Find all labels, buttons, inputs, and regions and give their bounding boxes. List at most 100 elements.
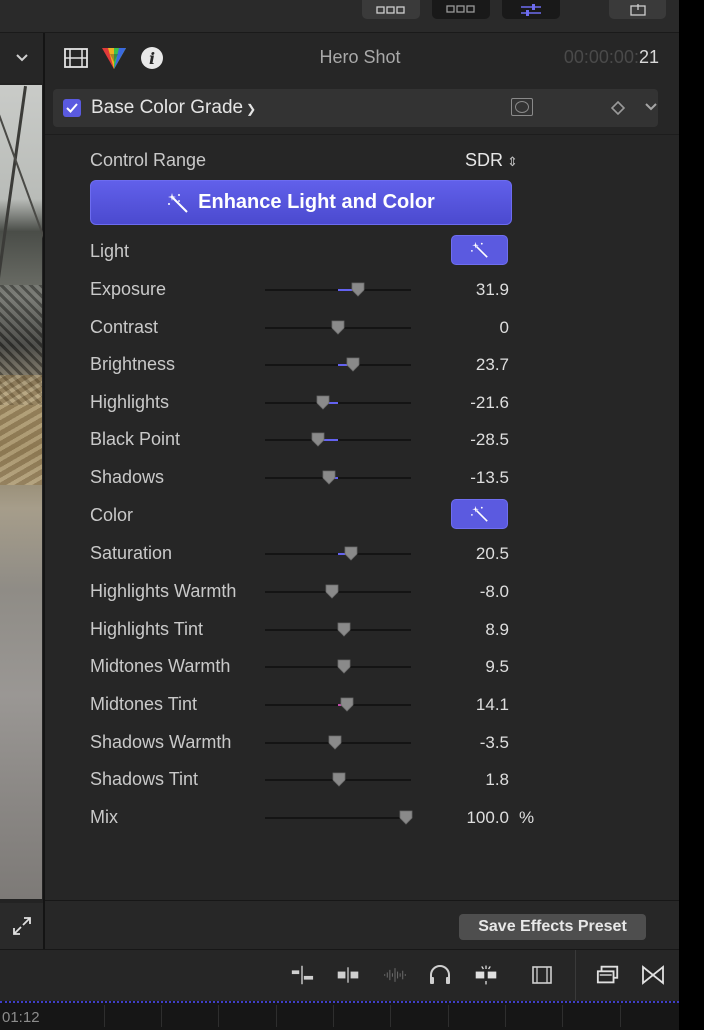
shadows-tint-label: Shadows Tint <box>90 769 199 789</box>
viewer-menu-button[interactable] <box>0 33 43 83</box>
solo-audio-button[interactable] <box>428 964 452 986</box>
contrast-slider-thumb[interactable] <box>331 320 345 335</box>
shadows-tint-value-field[interactable]: 1.8 <box>425 770 509 790</box>
mix-slider-thumb[interactable] <box>399 810 413 825</box>
highlights-tint-slider[interactable] <box>265 622 411 637</box>
brightness-slider-thumb[interactable] <box>346 357 360 372</box>
effect-header: Base Color Grade ❯ <box>53 89 658 127</box>
midtones-warmth-slider-thumb[interactable] <box>337 659 351 674</box>
share-button[interactable] <box>609 0 666 19</box>
midtones-tint-slider-thumb[interactable] <box>340 697 354 712</box>
magic-wand-icon <box>470 505 488 522</box>
chevron-down-icon: ❯ <box>246 102 257 116</box>
black-point-slider[interactable] <box>265 432 411 447</box>
exposure-slider[interactable] <box>265 282 411 297</box>
highlights-label: Highlights <box>90 392 170 412</box>
browser-view-button[interactable] <box>432 0 490 19</box>
shadows-slider-thumb[interactable] <box>322 470 336 485</box>
contrast-slider[interactable] <box>265 320 411 335</box>
black-point-value-field[interactable]: -28.5 <box>425 430 509 450</box>
control-range-select[interactable]: SDR ⇕ <box>465 150 518 171</box>
audio-waveform-button[interactable] <box>383 964 407 986</box>
transitions-browser-button[interactable] <box>641 964 665 986</box>
color-inspector-tab[interactable] <box>101 45 127 71</box>
shadows-slider[interactable] <box>265 470 411 485</box>
snapping-icon <box>475 965 497 985</box>
fullscreen-button[interactable] <box>0 903 43 949</box>
effects-browser-button[interactable] <box>596 964 620 986</box>
effect-name-menu[interactable]: Base Color Grade ❯ <box>91 89 256 128</box>
midtones-tint-value-field[interactable]: 14.1 <box>425 695 509 715</box>
shadows-tint-slider[interactable] <box>265 772 411 787</box>
waveform-icon <box>384 968 406 982</box>
saturation-slider[interactable] <box>265 546 411 561</box>
video-inspector-tab[interactable] <box>63 45 89 71</box>
saturation-value-field[interactable]: 20.5 <box>425 544 509 564</box>
highlights-value-field[interactable]: -21.6 <box>425 393 509 413</box>
clip-appearance-button[interactable] <box>336 964 360 986</box>
contrast-value-field[interactable]: 0 <box>425 318 509 338</box>
clip-skimming-button[interactable] <box>530 964 554 986</box>
mix-unit: % <box>519 808 535 827</box>
mix-label: Mix <box>90 807 118 827</box>
clip-title: Hero Shot <box>319 47 401 67</box>
highlights-slider-thumb[interactable] <box>316 395 330 410</box>
highlights-warmth-value-field[interactable]: -8.0 <box>425 582 509 602</box>
shadows-value-field[interactable]: -13.5 <box>425 468 509 488</box>
timecode-readout: 00:00:00:21 <box>563 47 659 67</box>
save-effects-preset-button[interactable]: Save Effects Preset <box>459 914 646 940</box>
grid-icon <box>376 5 405 14</box>
top-toolbar <box>0 0 679 33</box>
info-inspector-tab[interactable]: i <box>139 45 165 71</box>
auto-color-button[interactable] <box>451 499 508 529</box>
highlights-warmth-slider[interactable] <box>265 584 411 599</box>
highlights-tint-value-field[interactable]: 8.9 <box>425 620 509 640</box>
keyframe-icon[interactable] <box>611 101 625 115</box>
timeline-index-icon <box>291 965 314 985</box>
ruler-timecode: 01:12 <box>2 1009 40 1026</box>
info-icon: i <box>141 47 163 69</box>
snapping-button[interactable] <box>474 964 498 986</box>
midtones-warmth-slider[interactable] <box>265 659 411 674</box>
svg-text:i: i <box>149 49 155 68</box>
timeline-ruler[interactable]: 01:12 <box>0 1001 679 1030</box>
timeline-toolbar <box>0 949 679 1002</box>
chevron-down-icon[interactable] <box>643 99 659 115</box>
highlights-warmth-label: Highlights Warmth <box>90 581 237 601</box>
exposure-value-field[interactable]: 31.9 <box>425 280 509 300</box>
checkmark-icon <box>66 103 78 113</box>
window-edge <box>679 0 704 1030</box>
brightness-slider[interactable] <box>265 357 411 372</box>
inspector-toggle-button[interactable] <box>502 0 560 19</box>
grid-view-button[interactable] <box>362 0 420 19</box>
contrast-label: Contrast <box>90 317 159 337</box>
color-prism-icon <box>102 48 126 69</box>
shadows-warmth-slider-thumb[interactable] <box>328 735 342 750</box>
midtones-tint-slider[interactable] <box>265 697 411 712</box>
shadows-warmth-value-field[interactable]: -3.5 <box>425 733 509 753</box>
mask-icon[interactable] <box>511 98 533 116</box>
highlights-slider[interactable] <box>265 395 411 410</box>
shadows-warmth-slider[interactable] <box>265 735 411 750</box>
timeline-index-button[interactable] <box>290 964 314 986</box>
saturation-label: Saturation <box>90 543 173 563</box>
control-range-label: Control Range <box>90 150 207 170</box>
light-section-label: Light <box>90 241 130 261</box>
black-point-slider-thumb[interactable] <box>311 432 325 447</box>
mix-value-field[interactable]: 100.0 <box>425 808 509 828</box>
shadows-tint-slider-thumb[interactable] <box>332 772 346 787</box>
highlights-tint-slider-thumb[interactable] <box>337 622 351 637</box>
midtones-warmth-value-field[interactable]: 9.5 <box>425 657 509 677</box>
exposure-slider-thumb[interactable] <box>351 282 365 297</box>
magic-wand-icon <box>168 192 188 213</box>
magic-wand-icon <box>470 241 488 258</box>
auto-light-button[interactable] <box>451 235 508 265</box>
clip-appearance-icon <box>337 967 359 983</box>
enhance-light-and-color-button[interactable]: Enhance Light and Color <box>90 180 512 225</box>
saturation-slider-thumb[interactable] <box>344 546 358 561</box>
effect-enable-checkbox[interactable] <box>63 99 81 117</box>
mix-slider[interactable] <box>265 810 413 825</box>
brightness-value-field[interactable]: 23.7 <box>425 355 509 375</box>
highlights-warmth-slider-thumb[interactable] <box>325 584 339 599</box>
browser-icon <box>446 4 475 13</box>
